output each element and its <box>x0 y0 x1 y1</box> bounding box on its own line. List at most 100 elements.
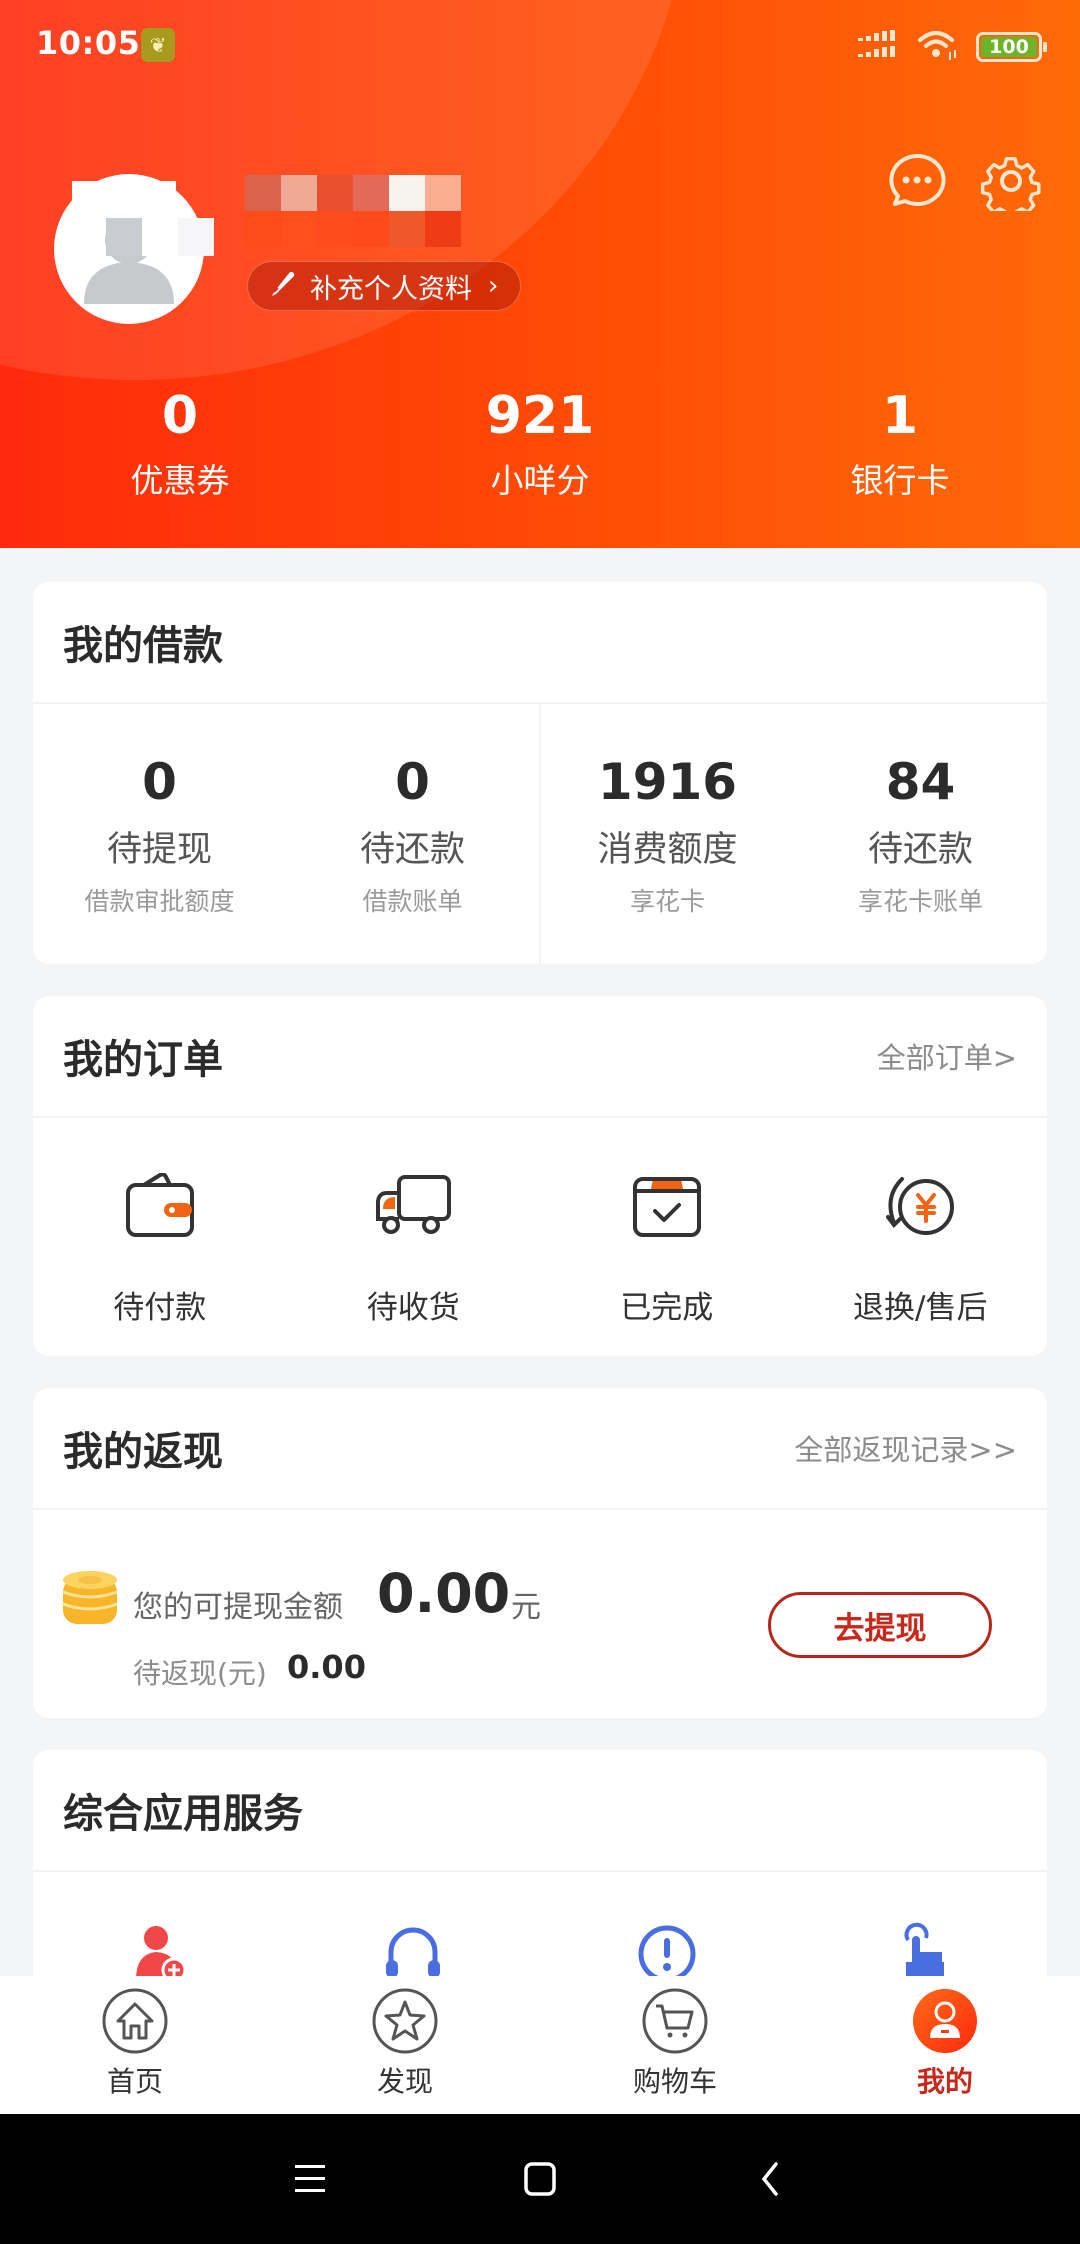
battery-level: 100 <box>989 36 1029 58</box>
loan-label: 消费额度 <box>597 830 738 870</box>
alert-icon <box>638 1925 696 1982</box>
feather-app-icon: ❦ <box>141 28 175 62</box>
refund-yen-icon <box>880 1166 960 1246</box>
back-icon <box>761 2162 778 2196</box>
loan-value: 1916 <box>597 753 738 811</box>
all-cashback-records-link[interactable]: 全部返现记录>> <box>794 1427 1017 1469</box>
loan-item-pending-repayment[interactable]: 0 待还款 借款账单 <box>286 704 539 964</box>
order-label: 待付款 <box>113 1290 207 1326</box>
chat-bubble-icon <box>889 153 946 206</box>
withdrawable-amount: 0.00 <box>377 1562 511 1625</box>
order-completed[interactable]: 已完成 <box>540 1118 794 1356</box>
cart-icon <box>642 1988 708 2054</box>
back-button[interactable] <box>740 2149 800 2209</box>
tab-home[interactable]: 首页 <box>0 1976 270 2114</box>
loan-item-pending-withdrawal[interactable]: 0 待提现 借款审批额度 <box>33 704 286 964</box>
card-title: 我的订单 <box>63 1037 223 1083</box>
pending-cashback-label: 待返现(元) <box>133 1657 267 1690</box>
account-page: 10:05 ❦ 100 补充个人资料 › 0 优惠券 921 小咩分 1 银行卡… <box>0 0 1080 2244</box>
loan-value: 0 <box>395 753 430 811</box>
loan-label: 待提现 <box>106 830 212 870</box>
avatar-redaction <box>48 176 218 256</box>
stat-coupons[interactable]: 0 优惠券 <box>0 380 360 506</box>
my-orders-card: 我的订单 全部订单> 待付款 待收货 已完成 退换/售后 <box>33 996 1047 1356</box>
coin-stack-icon <box>61 1570 119 1624</box>
card-header: 综合应用服务 <box>33 1750 1047 1872</box>
header-actions <box>886 150 1042 212</box>
message-button[interactable] <box>886 150 948 212</box>
order-pending-delivery[interactable]: 待收货 <box>287 1118 541 1356</box>
withdrawable-label: 您的可提现金额 <box>133 1590 343 1625</box>
user-name-redacted <box>245 175 545 255</box>
status-bar: 10:05 ❦ 100 <box>0 0 1080 90</box>
add-user-icon <box>135 1926 187 1982</box>
all-orders-link[interactable]: 全部订单> <box>877 1035 1017 1077</box>
card-title: 我的返现 <box>63 1429 223 1475</box>
card-header: 我的订单 全部订单> <box>33 996 1047 1118</box>
profile-header: 10:05 ❦ 100 补充个人资料 › 0 优惠券 921 小咩分 1 银行卡 <box>0 0 1080 548</box>
battery-icon: 100 <box>976 32 1047 62</box>
status-time: 10:05 <box>36 24 141 62</box>
loan-label: 待还款 <box>867 830 973 870</box>
stat-value: 921 <box>485 386 595 446</box>
loan-sublabel: 借款审批额度 <box>84 887 235 916</box>
tab-cart[interactable]: 购物车 <box>540 1976 810 2114</box>
tab-me[interactable]: 我的 <box>810 1976 1080 2114</box>
order-label: 已完成 <box>620 1290 714 1326</box>
account-stats: 0 优惠券 921 小咩分 1 银行卡 <box>0 380 1080 506</box>
bottom-tab-bar: 首页 发现 购物车 我的 <box>0 1976 1080 2114</box>
system-navigation-bar <box>0 2114 1080 2244</box>
loan-value: 84 <box>885 753 956 811</box>
star-icon <box>372 1988 438 2054</box>
gear-icon <box>981 156 1041 211</box>
loan-sublabel: 享花卡账单 <box>857 887 983 916</box>
services-card: 综合应用服务 <box>33 1750 1047 2010</box>
order-label: 退换/售后 <box>853 1290 988 1326</box>
square-icon <box>524 2162 556 2196</box>
stat-points[interactable]: 921 小咩分 <box>360 380 720 506</box>
tab-label: 购物车 <box>632 2065 717 2098</box>
loan-sublabel: 借款账单 <box>362 887 463 916</box>
wifi-icon <box>916 28 960 66</box>
menu-icon <box>295 2165 325 2192</box>
currency-unit: 元 <box>511 1590 541 1625</box>
withdraw-button[interactable]: 去提现 <box>768 1592 992 1658</box>
loan-item-card-repayment[interactable]: 84 待还款 享花卡账单 <box>794 704 1047 964</box>
card-title: 综合应用服务 <box>63 1791 303 1837</box>
stat-label: 银行卡 <box>850 461 950 500</box>
order-refund-aftersales[interactable]: 退换/售后 <box>794 1118 1048 1356</box>
signal-icon <box>856 30 900 64</box>
stat-bank-cards[interactable]: 1 银行卡 <box>720 380 1080 506</box>
truck-icon <box>373 1166 453 1246</box>
card-title: 我的借款 <box>63 623 223 669</box>
complete-profile-label: 补充个人资料 <box>310 273 472 305</box>
loan-item-credit-limit[interactable]: 1916 消费额度 享花卡 <box>541 704 794 964</box>
home-icon <box>102 1988 168 2054</box>
stat-value: 0 <box>161 386 199 446</box>
stat-label: 优惠券 <box>130 461 230 500</box>
tab-label: 首页 <box>106 2065 163 2098</box>
status-icons: 100 <box>856 28 1047 66</box>
card-header: 我的返现 全部返现记录>> <box>33 1388 1047 1510</box>
box-check-icon <box>627 1166 707 1246</box>
stat-label: 小咩分 <box>490 461 590 500</box>
loan-label: 待还款 <box>359 830 465 870</box>
order-pending-payment[interactable]: 待付款 <box>33 1118 287 1356</box>
settings-button[interactable] <box>980 150 1042 212</box>
wallet-icon <box>120 1166 200 1246</box>
pending-cashback-amount: 0.00 <box>287 1648 366 1686</box>
my-loans-card: 我的借款 0 待提现 借款审批额度 0 待还款 借款账单 1916 消费额度 享… <box>33 582 1047 964</box>
headset-icon <box>386 1927 441 1978</box>
chevron-right-icon: › <box>488 271 499 301</box>
tab-label: 我的 <box>916 2065 973 2098</box>
tab-label: 发现 <box>376 2065 433 2098</box>
complete-profile-button[interactable]: 补充个人资料 › <box>247 261 522 311</box>
tab-discover[interactable]: 发现 <box>270 1976 540 2114</box>
tap-hand-icon <box>904 1922 945 1982</box>
card-header: 我的借款 <box>33 582 1047 704</box>
home-system-button[interactable] <box>510 2149 570 2209</box>
pencil-icon <box>268 268 298 305</box>
user-icon <box>913 1989 977 2053</box>
loan-sublabel: 享花卡 <box>629 887 705 916</box>
recent-apps-button[interactable] <box>280 2149 340 2209</box>
